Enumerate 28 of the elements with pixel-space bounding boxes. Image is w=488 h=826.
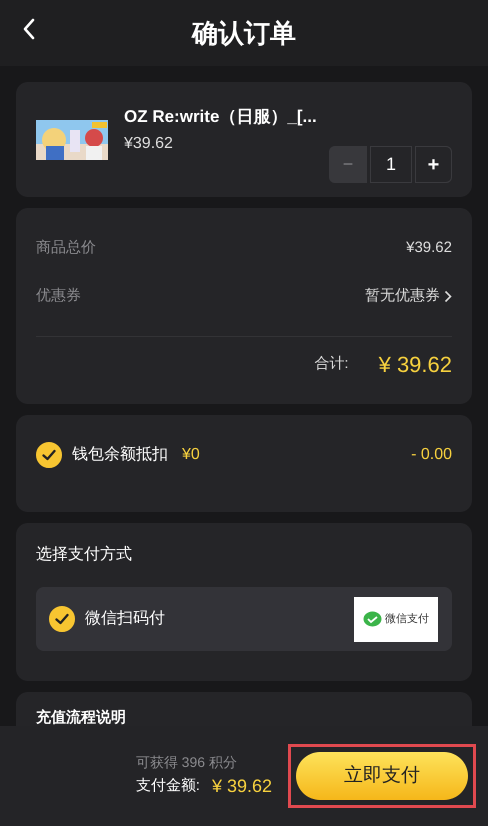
wallet-label: 钱包余额抵扣 — [72, 444, 168, 465]
total-label: 合计: — [314, 354, 349, 374]
coupon-link[interactable]: 暂无优惠券 — [365, 284, 452, 308]
chat-bubble-icon — [363, 610, 382, 628]
payment-title: 选择支付方式 — [36, 544, 133, 565]
summary-value: ¥39.62 — [406, 238, 452, 258]
chevron-right-icon — [444, 290, 452, 302]
back-icon[interactable] — [22, 18, 36, 40]
notes-title: 充值流程说明 — [36, 709, 126, 726]
product-name: OZ Re:write（日服）_[... — [124, 106, 318, 128]
summary-label: 商品总价 — [36, 238, 96, 258]
pay-amount: ¥ 39.62 — [212, 775, 272, 798]
wallet-balance: ¥0 — [182, 445, 200, 465]
amount-label: 支付金额: — [136, 776, 200, 796]
payment-method-label: 微信扫码付 — [85, 609, 165, 629]
points-text: 可获得 396 积分 — [136, 753, 238, 772]
product-price: ¥39.62 — [124, 134, 173, 154]
quantity-field[interactable]: 1 — [370, 146, 412, 183]
total-amount: ¥ 39.62 — [378, 351, 452, 379]
summary-label: 优惠券 — [36, 286, 81, 306]
checkbox[interactable] — [49, 606, 75, 632]
pay-button[interactable]: 立即支付 — [296, 752, 468, 800]
wallet-deduction: - 0.00 — [411, 445, 452, 465]
payment-option[interactable]: 微信扫码付 微信支付 — [36, 587, 452, 651]
increment-button[interactable]: + — [415, 146, 452, 183]
logo-text: 微信支付 — [385, 612, 429, 627]
page-title: 确认订单 — [192, 16, 296, 50]
checkbox[interactable] — [36, 442, 62, 468]
